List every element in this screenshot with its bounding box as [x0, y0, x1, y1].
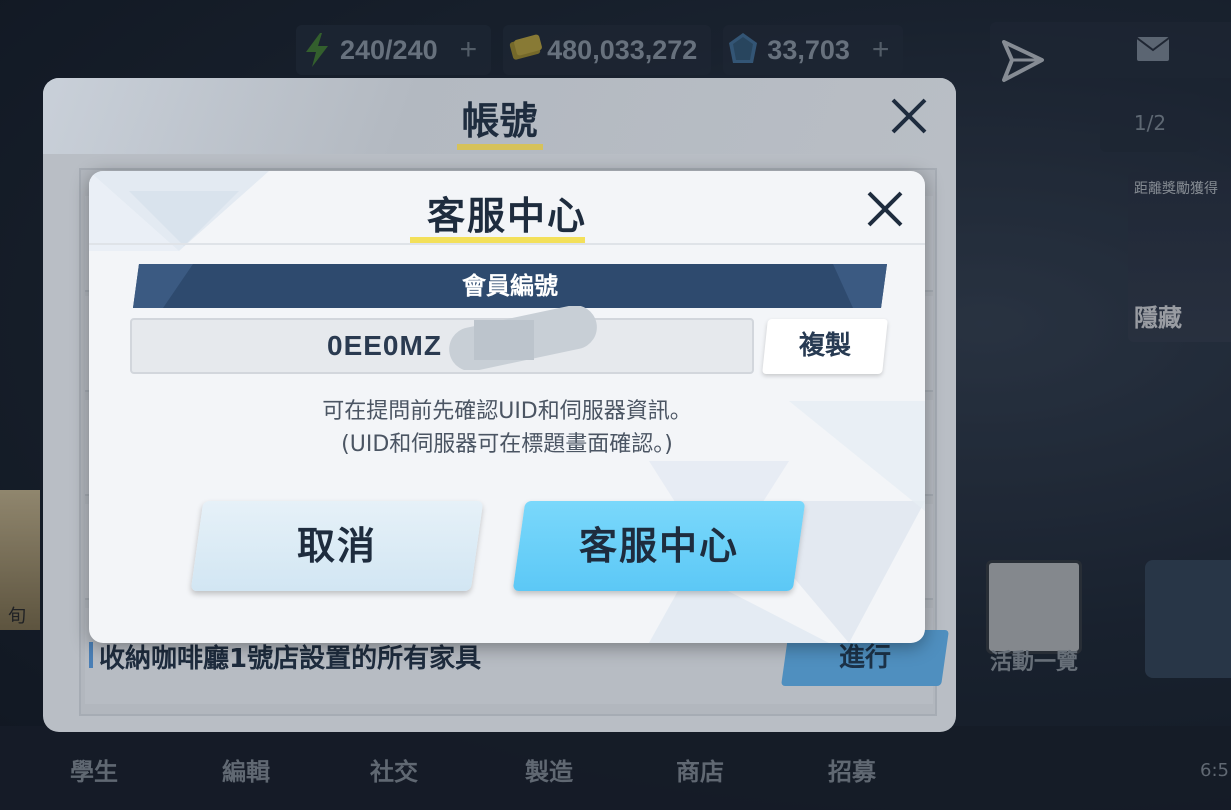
copy-button[interactable]: 複製: [762, 319, 888, 374]
customer-service-button-label: 客服中心: [578, 524, 739, 568]
info-text-line2: (UID和伺服器可在標題畫面確認。): [341, 432, 673, 457]
store-furniture-label: 收納咖啡廳1號店設置的所有家具: [99, 644, 482, 674]
member-id-label: 會員編號: [462, 272, 558, 300]
customer-service-dialog: 客服中心 會員編號 0EE0MZ 複製 可在提問前先確認UID和伺服器資訊。 (…: [89, 171, 925, 643]
account-header: 帳號: [43, 78, 956, 154]
account-close-icon[interactable]: [889, 96, 929, 136]
cancel-button-label: 取消: [296, 524, 377, 568]
account-title-underline: [457, 144, 543, 150]
member-id-value: 0EE0MZ: [327, 330, 442, 361]
member-id-field: 0EE0MZ: [130, 318, 754, 374]
redaction-blur: [444, 305, 604, 372]
info-text-line1: 可在提問前先確認UID和伺服器資訊。: [322, 399, 692, 424]
customer-service-button[interactable]: 客服中心: [512, 501, 806, 591]
copy-button-label: 複製: [798, 331, 851, 361]
dialog-title: 客服中心: [426, 194, 587, 238]
account-title: 帳號: [461, 99, 538, 143]
cancel-button[interactable]: 取消: [190, 501, 484, 591]
member-id-banner: 會員編號: [133, 264, 887, 308]
close-icon[interactable]: [863, 187, 907, 231]
dialog-header-divider: [89, 243, 925, 245]
